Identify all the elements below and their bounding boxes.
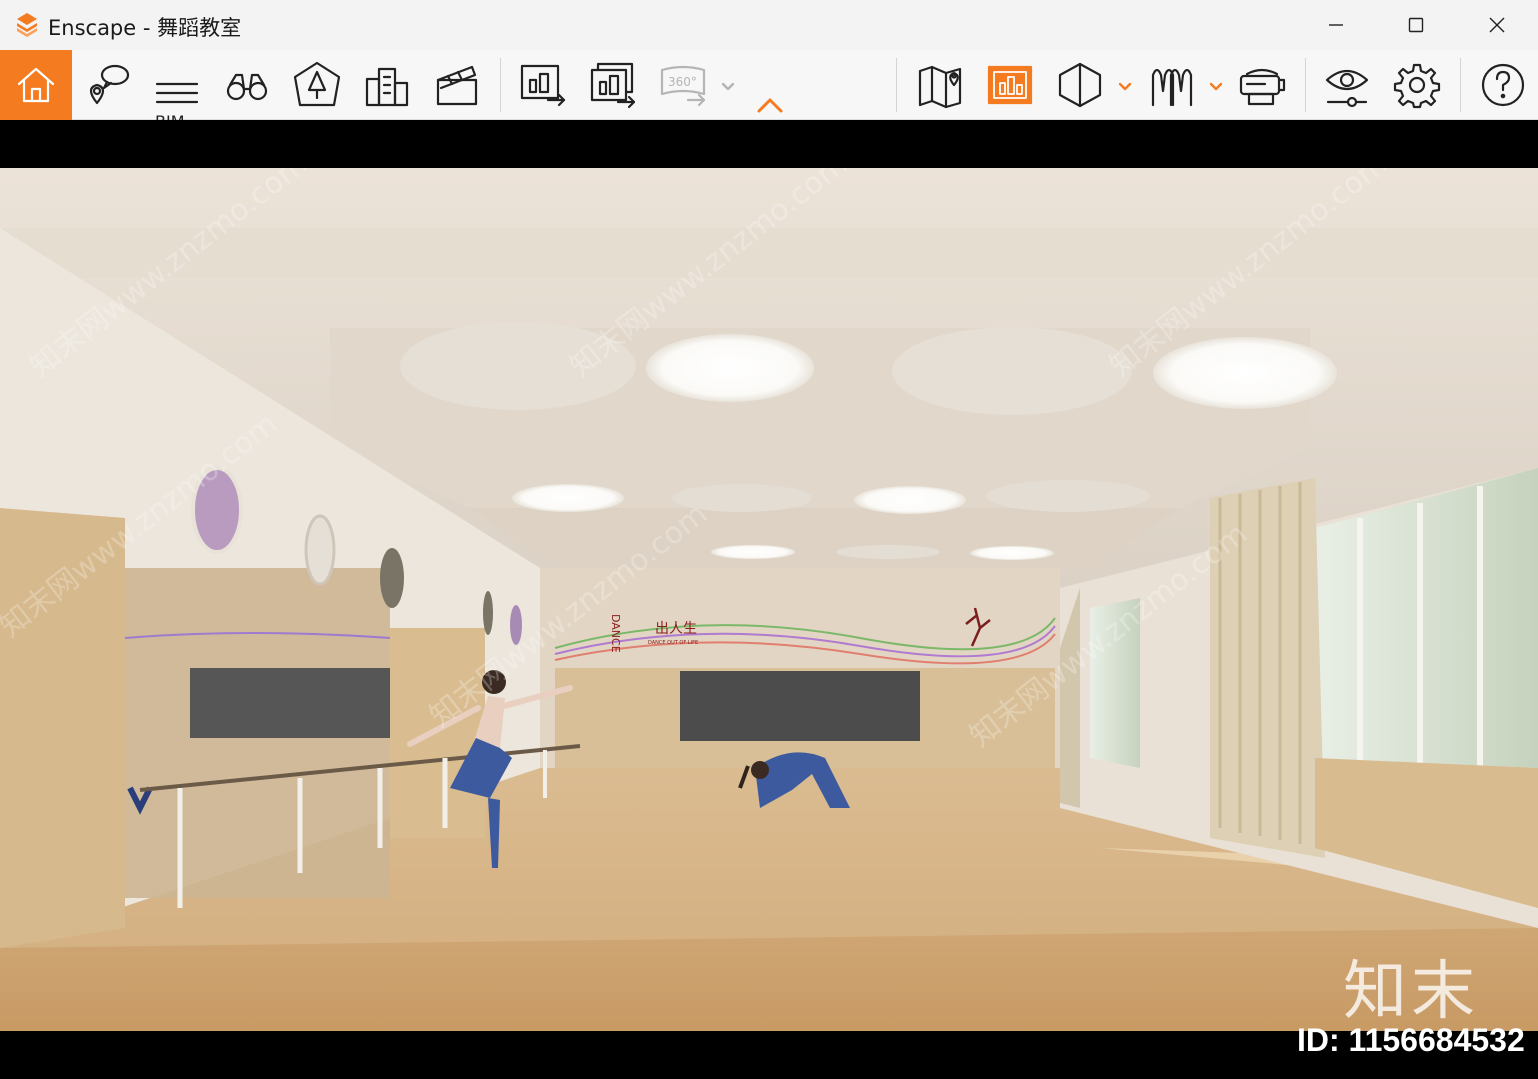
home-icon: [17, 67, 55, 103]
main-toolbar: BIM: [0, 50, 1538, 131]
help-button[interactable]: [1468, 50, 1538, 120]
location-chat-icon: [89, 64, 130, 105]
people-icon: [1151, 68, 1193, 107]
svg-text:出人生: 出人生: [655, 621, 697, 637]
panorama-360-icon: 360°: [660, 65, 706, 107]
dance-studio-render: 出人生 DANCE OUT OF LIFE DANCE 知末网www.znzmo…: [0, 168, 1538, 1031]
screenshot-button[interactable]: [508, 50, 578, 120]
help-icon: [1481, 63, 1525, 107]
maximize-button[interactable]: [1376, 0, 1456, 50]
people-button[interactable]: [1136, 50, 1206, 120]
batch-render-icon: [590, 62, 636, 109]
maximize-icon: [1408, 17, 1424, 33]
map-button[interactable]: [905, 50, 975, 120]
capture-view-icon: [987, 65, 1033, 105]
section-cube-icon: [1058, 62, 1102, 108]
panorama-button[interactable]: 360°: [648, 50, 718, 120]
toolbar-separator: [1460, 58, 1461, 112]
gear-icon: [1393, 63, 1441, 109]
home-button[interactable]: [0, 50, 72, 120]
binoculars-button[interactable]: [212, 50, 282, 120]
settings-button[interactable]: [1382, 50, 1452, 120]
batch-render-button[interactable]: [578, 50, 648, 120]
close-icon: [1489, 17, 1505, 33]
id-watermark: ID: 1156684532: [1297, 1022, 1525, 1058]
binoculars-icon: [226, 73, 268, 101]
svg-text:DANCE: DANCE: [609, 614, 622, 653]
vr-button[interactable]: [1227, 50, 1297, 120]
title-bar: Enscape - 舞蹈教室: [0, 0, 1538, 50]
buildings-icon: [365, 67, 409, 107]
vr-headset-icon: [1239, 68, 1286, 106]
bim-icon: [155, 82, 199, 104]
minimize-icon: [1329, 24, 1343, 26]
toolbar-separator: [896, 58, 897, 112]
brand-watermark: 知末: [1343, 955, 1479, 1029]
toolbar-separator: [1305, 58, 1306, 112]
asset-library-icon: [293, 61, 341, 107]
video-editor-button[interactable]: [422, 50, 492, 120]
section-dropdown-chevron-icon[interactable]: [1118, 78, 1132, 91]
render-viewport[interactable]: 出人生 DANCE OUT OF LIFE DANCE 知末网www.znzmo…: [0, 168, 1538, 1031]
eye-slider-icon: [1325, 69, 1369, 108]
visual-settings-button[interactable]: [1312, 50, 1382, 120]
views-button[interactable]: [72, 50, 142, 120]
letterbox-top: [0, 120, 1538, 168]
bim-button[interactable]: [142, 50, 212, 120]
buildings-button[interactable]: [352, 50, 422, 120]
enscape-logo-icon: [17, 13, 37, 37]
svg-text:DANCE OUT OF LIFE: DANCE OUT OF LIFE: [648, 640, 698, 646]
render-export-icon: [520, 64, 566, 107]
panorama-dropdown-chevron-icon[interactable]: [721, 78, 735, 91]
toolbar-separator: [500, 58, 501, 112]
map-icon: [918, 65, 962, 109]
window-title: Enscape - 舞蹈教室: [48, 16, 242, 40]
section-button[interactable]: [1045, 50, 1115, 120]
asset-library-button[interactable]: [282, 50, 352, 120]
svg-text:360°: 360°: [668, 75, 697, 89]
minimize-button[interactable]: [1296, 0, 1376, 50]
collapse-toolbar-chevron-icon[interactable]: [756, 96, 784, 114]
close-button[interactable]: [1457, 0, 1537, 50]
clapperboard-icon: [436, 65, 478, 106]
people-dropdown-chevron-icon[interactable]: [1209, 78, 1223, 91]
capture-view-button[interactable]: [975, 50, 1045, 120]
